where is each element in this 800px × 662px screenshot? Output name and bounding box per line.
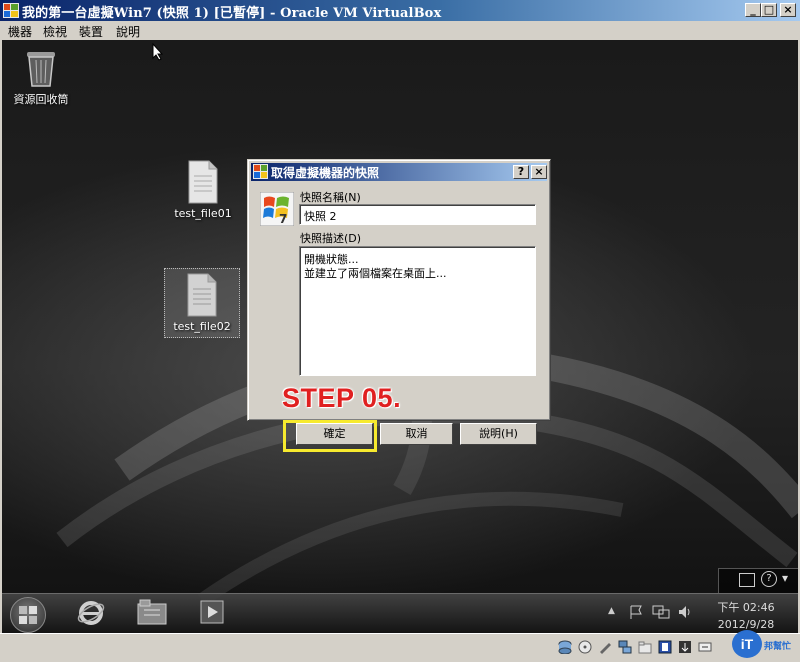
close-icon: × <box>783 3 793 16</box>
snapshot-name-label: 快照名稱(N) <box>300 191 361 204</box>
file-label: test_file01 <box>174 207 232 220</box>
recycle-bin[interactable]: 資源回收筒 <box>8 48 74 107</box>
volume-icon[interactable] <box>677 604 693 620</box>
menu-item-devices[interactable]: 裝置 <box>79 23 103 40</box>
media-player-icon <box>200 600 224 624</box>
recycle-bin-label: 資源回收筒 <box>13 93 69 106</box>
show-hidden-icons-icon[interactable]: ▲ <box>608 606 615 616</box>
dialog-help-button[interactable]: ? <box>513 165 529 179</box>
windows7-logo-icon: 7 <box>260 192 294 226</box>
snapshot-description-label: 快照描述(D) <box>300 232 362 245</box>
help-button[interactable]: 說明(H) <box>460 423 537 445</box>
cancel-button-label: 取消 <box>405 427 428 440</box>
description-line-2: 並建立了兩個檔案在桌面上... <box>304 267 447 280</box>
desktop-file-test-file01[interactable]: test_file01 <box>168 160 238 220</box>
dialog-title: 取得虛擬機器的快照 <box>271 166 380 180</box>
ok-button-highlight <box>283 420 377 452</box>
optical-drive-icon[interactable] <box>578 640 592 654</box>
network-adapter-icon[interactable] <box>618 640 632 654</box>
minimize-icon: _ <box>750 3 756 16</box>
close-icon: × <box>534 165 544 178</box>
virtualbox-icon <box>253 164 268 179</box>
hard-disk-icon[interactable] <box>558 640 572 654</box>
clock[interactable]: 下午 02:46 2012/9/28 <box>710 599 782 631</box>
windows-logo-icon <box>19 606 37 624</box>
ithome-watermark: iT 邦幫忙 <box>732 630 796 660</box>
step-annotation: STEP 05. <box>282 383 402 413</box>
action-center-flag-icon[interactable] <box>628 604 644 620</box>
clock-time: 下午 02:46 <box>717 601 775 614</box>
window-title: 我的第一台虛擬Win7 (快照 1) [已暫停] - Oracle VM Vir… <box>22 6 442 21</box>
taskbar-media-player[interactable] <box>198 598 234 630</box>
minimize-button[interactable]: _ <box>745 3 761 17</box>
virtualbox-icon <box>3 3 19 18</box>
file-icon <box>188 160 218 204</box>
dialog-close-button[interactable]: × <box>531 165 547 179</box>
taskbar-internet-explorer[interactable] <box>76 598 112 630</box>
capture-icon[interactable] <box>678 640 692 654</box>
network-icon[interactable] <box>652 604 670 620</box>
menu-bar: 機器 檢視 裝置 說明 <box>0 21 800 40</box>
help-icon[interactable]: ? <box>761 571 777 587</box>
help-button-label: 說明(H) <box>479 427 518 440</box>
taskbar: ▲ 下午 02:46 2012/9/28 <box>2 593 798 633</box>
tray-overflow-bar: ? ▾ <box>718 568 798 594</box>
maximize-button[interactable]: □ <box>761 3 777 17</box>
keyboard-icon[interactable] <box>739 573 755 587</box>
dialog-title-bar[interactable]: 取得虛擬機器的快照 ? × <box>251 163 547 181</box>
desktop-file-test-file02[interactable]: test_file02 <box>164 268 240 338</box>
shared-folder-icon[interactable] <box>638 640 652 654</box>
svg-text:7: 7 <box>279 212 287 226</box>
file-icon <box>187 273 217 317</box>
menu-item-view[interactable]: 檢視 <box>43 23 67 40</box>
close-button[interactable]: × <box>780 3 796 17</box>
snapshot-name-value: 快照 2 <box>304 210 337 223</box>
help-icon: ? <box>517 165 525 178</box>
watermark-logo: iT <box>732 630 762 658</box>
vm-status-bar: iT 邦幫忙 <box>0 630 800 662</box>
snapshot-name-field[interactable]: 快照 2 <box>299 204 536 225</box>
dropdown-icon[interactable]: ▾ <box>782 571 788 585</box>
snapshot-description-field[interactable]: 開機狀態... 並建立了兩個檔案在桌面上... <box>299 246 536 376</box>
folder-icon <box>137 599 167 625</box>
window-title-bar[interactable]: 我的第一台虛擬Win7 (快照 1) [已暫停] - Oracle VM Vir… <box>0 0 800 21</box>
watermark-caption: 邦幫忙 <box>764 642 792 652</box>
display-icon[interactable] <box>658 640 672 654</box>
menu-item-machine[interactable]: 機器 <box>8 23 32 40</box>
start-button[interactable] <box>10 597 46 633</box>
internet-explorer-icon <box>77 601 105 625</box>
taskbar-explorer[interactable] <box>136 598 172 630</box>
usb-icon[interactable] <box>598 640 612 654</box>
maximize-icon: □ <box>763 3 775 16</box>
mouse-cursor-icon <box>152 43 164 61</box>
host-key-icon[interactable] <box>698 640 712 654</box>
file-label: test_file02 <box>173 320 231 333</box>
take-snapshot-dialog: 取得虛擬機器的快照 ? × 7 快照名稱(N) 快照 2 快照描述(D) 開機狀… <box>247 159 551 445</box>
menu-item-help[interactable]: 說明 <box>116 23 140 40</box>
recycle-bin-icon <box>27 52 55 87</box>
cancel-button[interactable]: 取消 <box>380 423 453 445</box>
